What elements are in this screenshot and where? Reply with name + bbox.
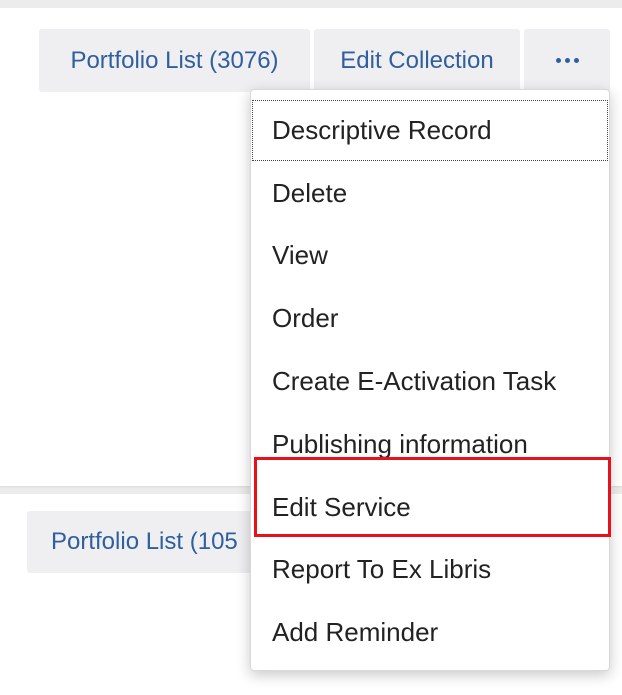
- menu-item-view[interactable]: View: [251, 225, 609, 288]
- menu-item-create-e-activation-task[interactable]: Create E-Activation Task: [251, 350, 609, 413]
- portfolio-list-button-2[interactable]: Portfolio List (105: [27, 511, 287, 573]
- menu-item-edit-service[interactable]: Edit Service: [251, 476, 609, 539]
- menu-item-report-to-ex-libris[interactable]: Report To Ex Libris: [251, 539, 609, 602]
- portfolio-list-button[interactable]: Portfolio List (3076): [39, 29, 310, 92]
- menu-item-publishing-information[interactable]: Publishing information: [251, 413, 609, 476]
- more-actions-menu: Descriptive Record Delete View Order Cre…: [250, 89, 610, 671]
- menu-item-descriptive-record[interactable]: Descriptive Record: [251, 99, 609, 162]
- menu-item-order[interactable]: Order: [251, 287, 609, 350]
- ellipsis-icon: [555, 58, 579, 63]
- more-actions-button[interactable]: [524, 29, 610, 92]
- edit-collection-button[interactable]: Edit Collection: [314, 29, 520, 92]
- menu-item-add-reminder[interactable]: Add Reminder: [251, 601, 609, 664]
- menu-item-delete[interactable]: Delete: [251, 162, 609, 225]
- action-toolbar: Portfolio List (3076) Edit Collection: [39, 29, 610, 92]
